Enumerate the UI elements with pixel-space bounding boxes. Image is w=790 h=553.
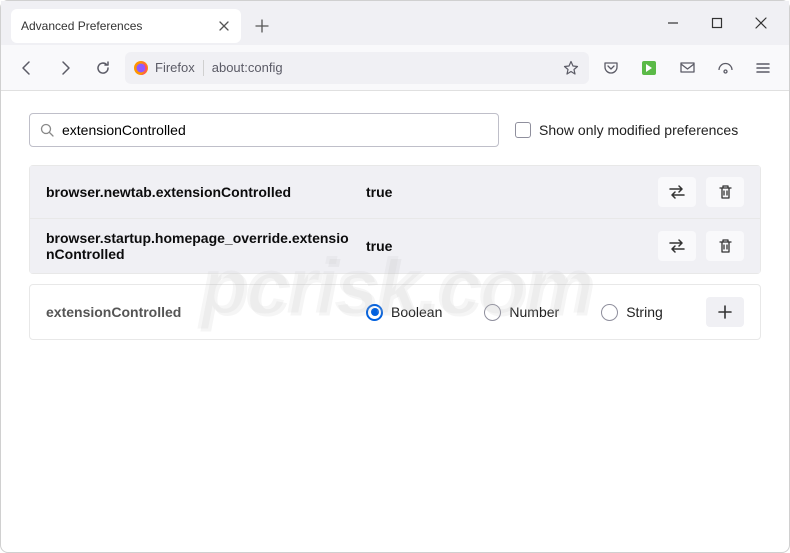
radio-icon — [601, 304, 618, 321]
checkbox-icon — [515, 122, 531, 138]
radio-icon — [366, 304, 383, 321]
delete-button[interactable] — [706, 177, 744, 207]
delete-button[interactable] — [706, 231, 744, 261]
pocket-button[interactable] — [595, 52, 627, 84]
pref-row: browser.newtab.extensionControlled true — [30, 166, 760, 219]
firefox-icon — [133, 60, 149, 76]
add-button[interactable] — [706, 297, 744, 327]
pref-name: browser.newtab.extensionControlled — [46, 184, 366, 200]
extension-button[interactable] — [633, 52, 665, 84]
pref-value: true — [366, 184, 658, 200]
swap-icon — [668, 239, 686, 253]
pref-value: true — [366, 238, 658, 254]
add-pref-name: extensionControlled — [46, 304, 366, 320]
modified-label: Show only modified preferences — [539, 122, 738, 138]
radio-icon — [484, 304, 501, 321]
identity-box[interactable]: Firefox — [133, 60, 204, 76]
close-tab-icon[interactable] — [217, 19, 231, 33]
pref-name: browser.startup.homepage_override.extens… — [46, 230, 366, 262]
window-close-button[interactable] — [739, 1, 783, 45]
minimize-button[interactable] — [651, 1, 695, 45]
vpn-button[interactable] — [709, 52, 741, 84]
search-input[interactable] — [62, 122, 488, 138]
pref-row: browser.startup.homepage_override.extens… — [30, 219, 760, 273]
trash-icon — [718, 184, 733, 200]
url-text: about:config — [212, 60, 553, 75]
trash-icon — [718, 238, 733, 254]
maximize-button[interactable] — [695, 1, 739, 45]
search-box[interactable] — [29, 113, 499, 147]
browser-tab[interactable]: Advanced Preferences — [11, 9, 241, 43]
url-bar[interactable]: Firefox about:config — [125, 52, 589, 84]
titlebar: Advanced Preferences — [1, 1, 789, 45]
radio-boolean[interactable]: Boolean — [366, 304, 442, 321]
menu-button[interactable] — [747, 52, 779, 84]
forward-button[interactable] — [49, 52, 81, 84]
search-row: Show only modified preferences — [29, 113, 761, 147]
show-modified-checkbox[interactable]: Show only modified preferences — [515, 122, 738, 138]
new-tab-button[interactable] — [247, 11, 277, 41]
radio-number[interactable]: Number — [484, 304, 559, 321]
bookmark-star-icon[interactable] — [561, 58, 581, 78]
toggle-button[interactable] — [658, 177, 696, 207]
plus-icon — [718, 305, 732, 319]
tab-title: Advanced Preferences — [21, 19, 217, 33]
back-button[interactable] — [11, 52, 43, 84]
toolbar: Firefox about:config — [1, 45, 789, 91]
toggle-button[interactable] — [658, 231, 696, 261]
prefs-table: browser.newtab.extensionControlled true … — [29, 165, 761, 274]
search-icon — [40, 123, 54, 137]
content-area: Show only modified preferences browser.n… — [1, 91, 789, 362]
reload-button[interactable] — [87, 52, 119, 84]
swap-icon — [668, 185, 686, 199]
add-pref-row: extensionControlled Boolean Number Strin… — [29, 284, 761, 340]
identity-label: Firefox — [155, 60, 195, 75]
mail-button[interactable] — [671, 52, 703, 84]
radio-string[interactable]: String — [601, 304, 663, 321]
